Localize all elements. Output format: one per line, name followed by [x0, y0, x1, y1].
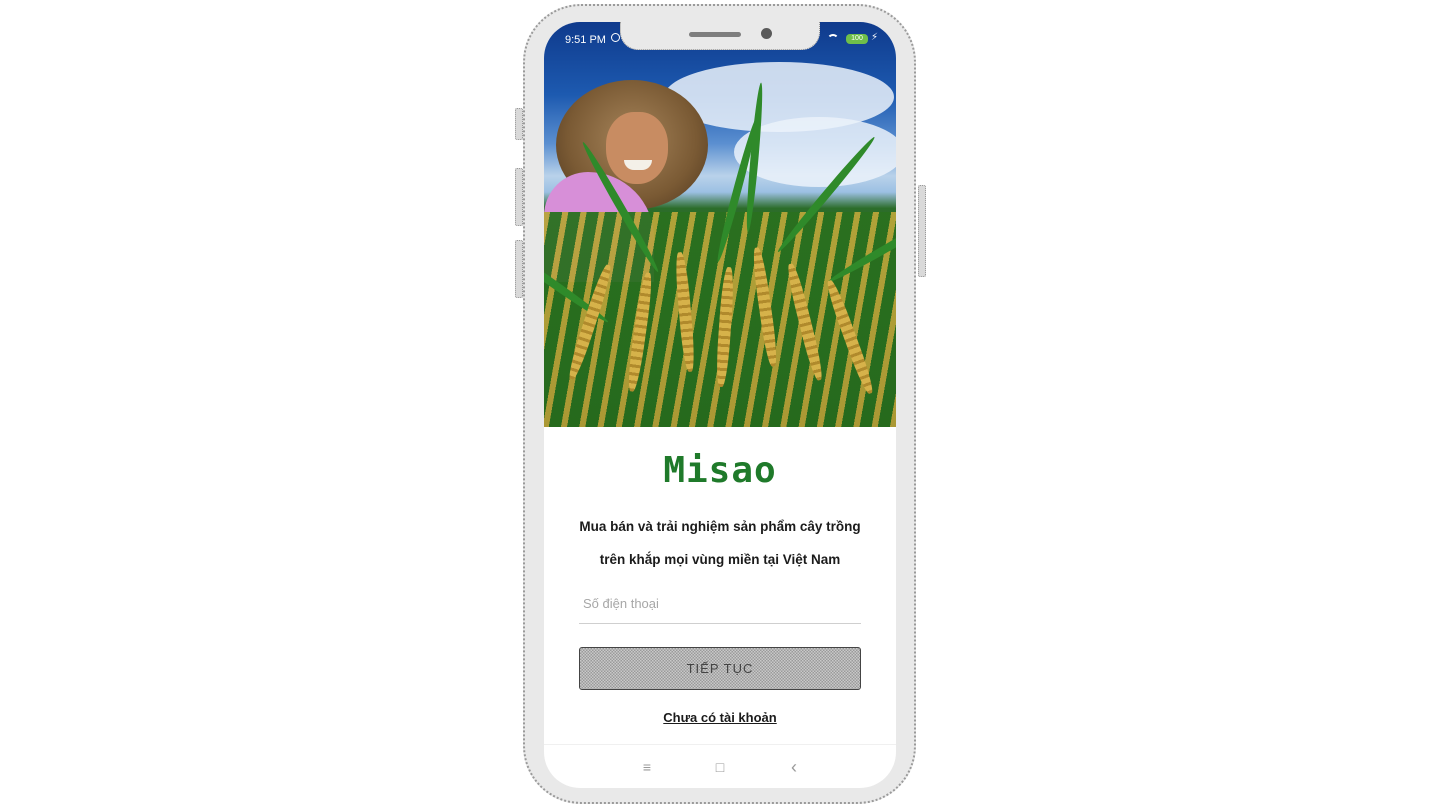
battery-icon: 100 [846, 34, 868, 44]
power-button [918, 185, 926, 277]
farmer-face [606, 112, 668, 184]
phone-number-input[interactable] [579, 584, 861, 624]
tagline-line-1: Mua bán và trải nghiệm sản phẩm cây trồn… [579, 519, 861, 534]
app-logo: Misao [663, 450, 777, 491]
tagline: Mua bán và trải nghiệm sản phẩm cây trồn… [564, 510, 876, 576]
continue-button[interactable]: TIẾP TỤC [579, 647, 861, 690]
tagline-line-2: trên khắp mọi vùng miền tại Việt Nam [599, 552, 841, 567]
volume-up-button [515, 168, 523, 226]
volume-down-button [515, 240, 523, 298]
no-account-link[interactable]: Chưa có tài khoản [544, 710, 896, 725]
back-icon[interactable]: ‹ [784, 757, 804, 777]
front-camera [761, 28, 772, 39]
charging-icon: ⚡ [871, 32, 879, 43]
status-bar: 9:51 PM 100 ⚡ [544, 22, 896, 56]
wifi-icon [827, 34, 839, 42]
menu-icon[interactable]: ≡ [637, 757, 657, 777]
alarm-icon [611, 33, 620, 42]
hero-image [544, 22, 896, 427]
home-icon[interactable]: □ [710, 757, 730, 777]
app-screen: 9:51 PM 100 ⚡ Misao Mua bán và trải nghi… [544, 22, 896, 788]
phone-notch [620, 22, 820, 50]
status-time: 9:51 PM [565, 34, 606, 46]
navigation-bar: ≡ □ ‹ [544, 744, 896, 788]
earpiece-speaker [689, 32, 741, 37]
stage: 9:51 PM 100 ⚡ Misao Mua bán và trải nghi… [0, 0, 1440, 810]
mute-switch [515, 108, 523, 140]
